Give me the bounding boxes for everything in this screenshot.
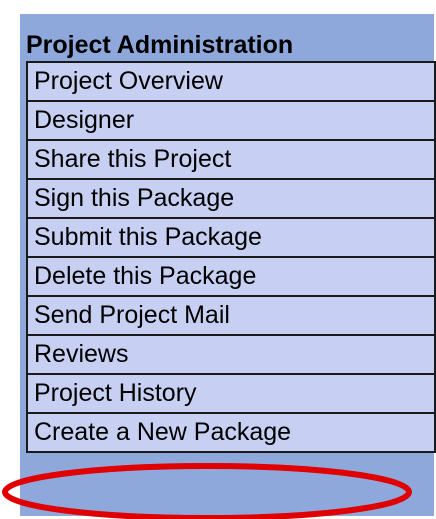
designer-link[interactable]: Designer	[28, 102, 434, 139]
reviews-link[interactable]: Reviews	[28, 336, 434, 373]
sign-package-link[interactable]: Sign this Package	[28, 180, 434, 217]
submit-package-link[interactable]: Submit this Package	[28, 219, 434, 256]
menu-item-sign-package: Sign this Package	[28, 178, 434, 217]
project-overview-link[interactable]: Project Overview	[28, 63, 434, 100]
menu-item-send-project-mail: Send Project Mail	[28, 295, 434, 334]
menu-item-delete-package: Delete this Package	[28, 256, 434, 295]
menu-item-reviews: Reviews	[28, 334, 434, 373]
menu-item-project-history: Project History	[28, 373, 434, 412]
menu-item-submit-package: Submit this Package	[28, 217, 434, 256]
project-administration-panel: Project Administration Project Overview …	[20, 14, 436, 516]
project-admin-menu: Project Overview Designer Share this Pro…	[26, 61, 436, 453]
panel-title: Project Administration	[26, 31, 294, 59]
project-history-link[interactable]: Project History	[28, 375, 434, 412]
menu-item-share-project: Share this Project	[28, 139, 434, 178]
send-project-mail-link[interactable]: Send Project Mail	[28, 297, 434, 334]
create-new-package-link[interactable]: Create a New Package	[28, 414, 434, 451]
delete-package-link[interactable]: Delete this Package	[28, 258, 434, 295]
menu-item-project-overview: Project Overview	[28, 61, 434, 100]
menu-item-designer: Designer	[28, 100, 434, 139]
share-project-link[interactable]: Share this Project	[28, 141, 434, 178]
menu-item-create-new-package: Create a New Package	[28, 412, 434, 453]
